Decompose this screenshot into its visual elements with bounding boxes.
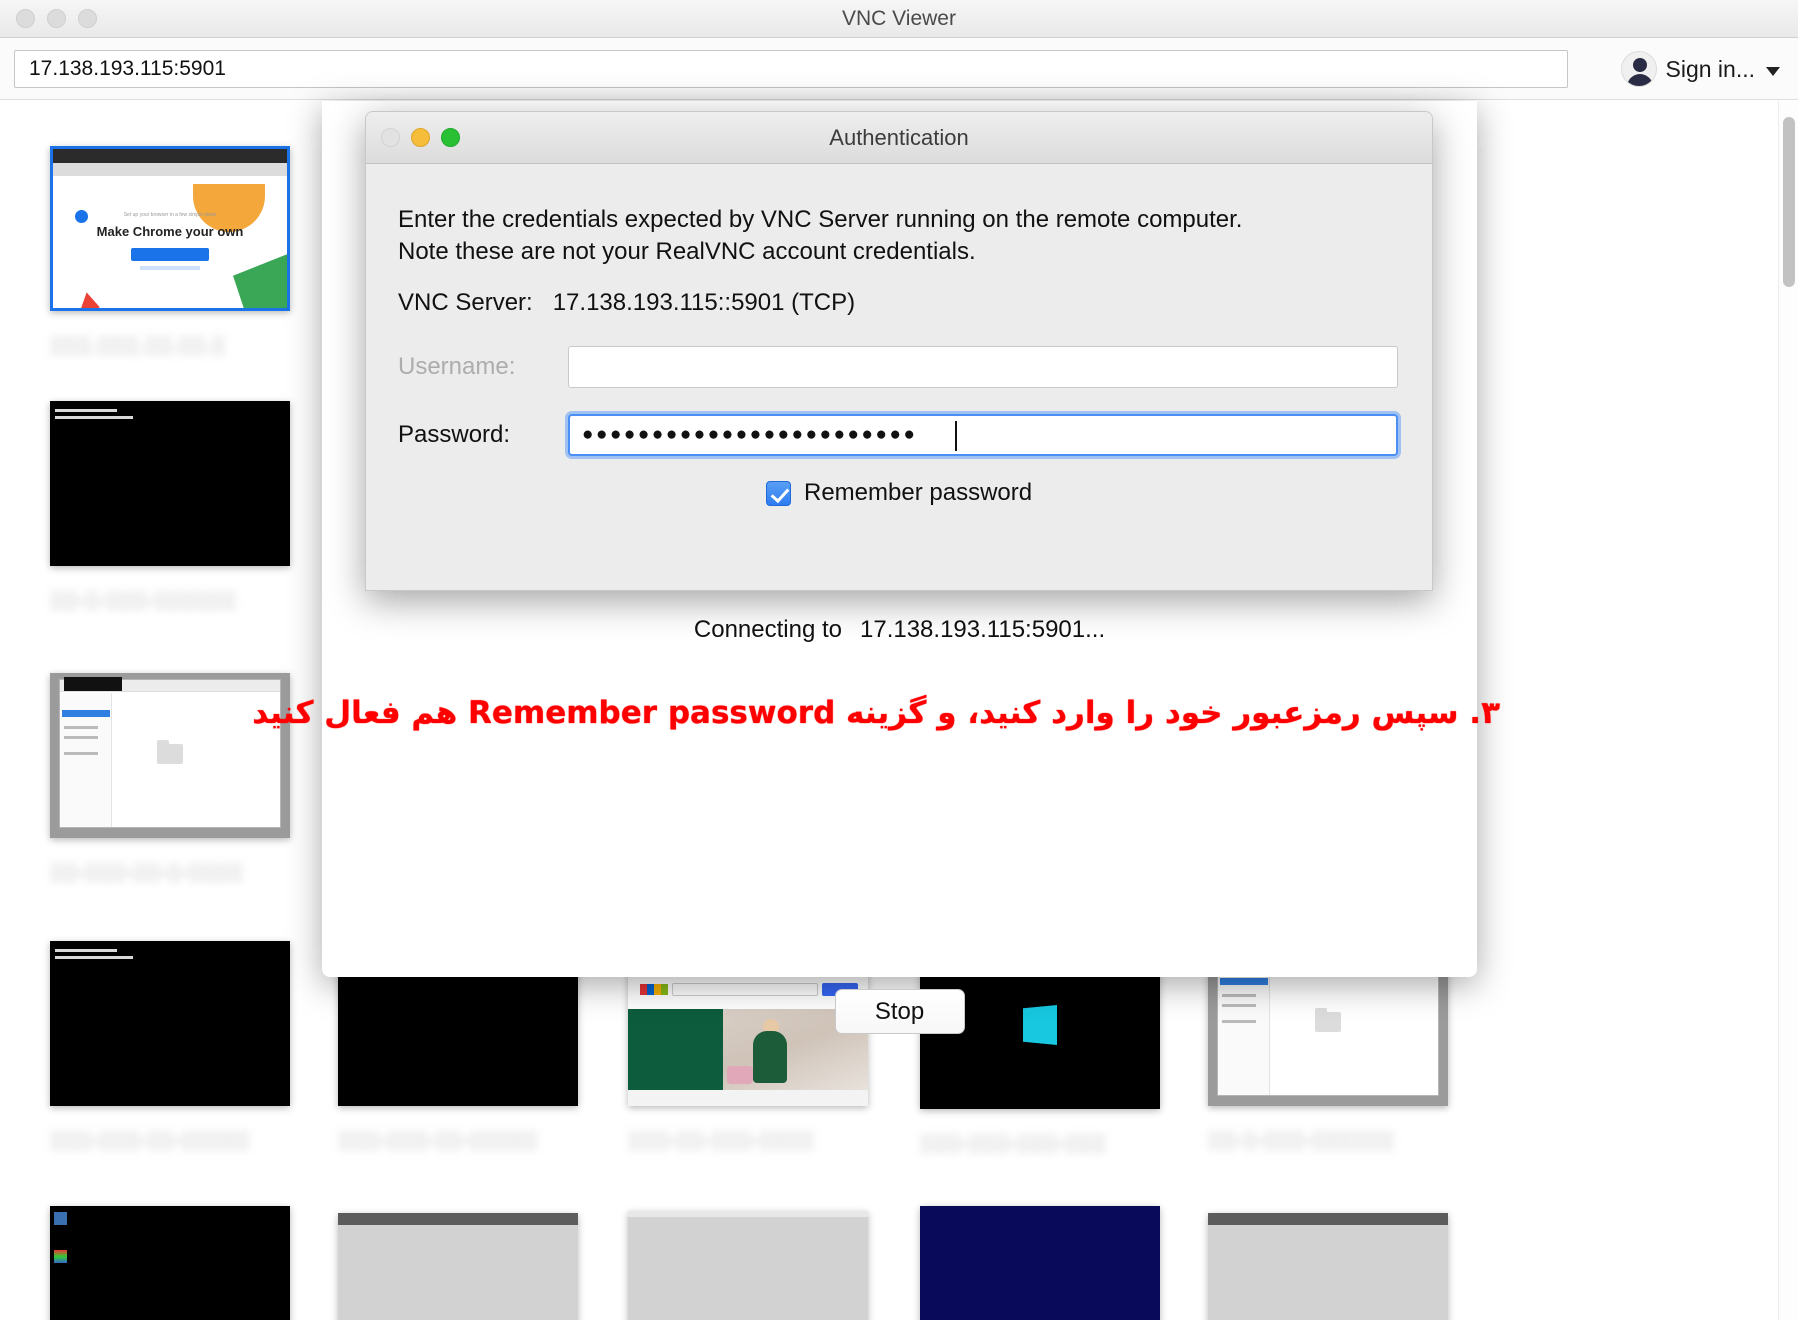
dialog-description: Enter the credentials expected by VNC Se… <box>398 204 1398 267</box>
checkbox-checked-icon[interactable] <box>766 480 791 506</box>
list-item[interactable] <box>628 1211 868 1320</box>
dialog-close-button[interactable] <box>381 128 400 147</box>
description-line-2: Note these are not your RealVNC account … <box>398 237 976 265</box>
text-caret <box>955 421 957 451</box>
dialog-minimize-button[interactable] <box>411 128 430 147</box>
connection-thumbnail[interactable]: Set up your browser in a few simple step… <box>50 146 290 311</box>
connection-thumbnail[interactable] <box>50 1206 290 1320</box>
sign-in-menu[interactable]: Sign in... <box>1620 48 1780 90</box>
description-line-1: Enter the credentials expected by VNC Se… <box>398 206 1243 233</box>
list-item[interactable] <box>50 1206 290 1320</box>
window-titlebar: VNC Viewer <box>0 0 1798 38</box>
dialog-title: Authentication <box>829 125 969 150</box>
vertical-scrollbar[interactable] <box>1778 101 1798 1320</box>
vnc-viewer-app: VNC Viewer Sign in... Set up your browse… <box>0 0 1798 1320</box>
dialog-traffic-lights <box>381 128 460 147</box>
thumb-subline: Set up your browser in a few simple step… <box>123 212 217 218</box>
stop-button[interactable]: Stop <box>834 989 965 1034</box>
connection-label: ░░-░-░░░-░░░░░░ <box>1208 1130 1395 1150</box>
authentication-dialog: Authentication Enter the credentials exp… <box>365 111 1433 591</box>
list-item[interactable]: Set up your browser in a few simple step… <box>50 146 290 357</box>
list-item[interactable] <box>338 1213 578 1320</box>
remember-password-checkbox[interactable]: Remember password <box>766 479 1032 507</box>
list-item[interactable] <box>1208 1213 1448 1320</box>
password-masked-value: ●●●●●●●●●●●●●●●●●●●●●●●● <box>582 424 918 445</box>
user-avatar-icon <box>1620 51 1657 87</box>
connecting-status: Connecting to 17.138.193.115:5901... <box>322 616 1477 644</box>
list-item[interactable] <box>920 1206 1160 1320</box>
dialog-titlebar: Authentication <box>366 112 1432 164</box>
chevron-down-icon <box>1766 66 1780 76</box>
connection-thumbnail[interactable] <box>338 1213 578 1320</box>
password-row: Password: ●●●●●●●●●●●●●●●●●●●●●●●● <box>398 414 1398 456</box>
connection-label: ░░░-░░░-░░░-░░░ <box>920 1133 1107 1153</box>
server-row: VNC Server: 17.138.193.115::5901 (TCP) <box>398 289 855 317</box>
sign-in-label: Sign in... <box>1665 55 1756 82</box>
thumb-headline: Make Chrome your own <box>96 224 244 239</box>
connection-thumbnail[interactable] <box>50 401 290 566</box>
annotation-text: ۳. سپس رمزعبور خود را وارد کنید، و گزینه… <box>252 695 1500 731</box>
dialog-body: Enter the credentials expected by VNC Se… <box>366 164 1432 590</box>
connection-label: ░░-░░░-░░-░-░░░░ <box>50 862 244 882</box>
server-label: VNC Server: <box>398 289 533 316</box>
connection-label: ░░░-░░░-░░-░░░░░ <box>50 1130 250 1150</box>
password-input[interactable]: ●●●●●●●●●●●●●●●●●●●●●●●● <box>568 414 1398 456</box>
password-label: Password: <box>398 421 511 448</box>
server-value: 17.138.193.115::5901 (TCP) <box>552 289 856 316</box>
connection-label: ░░░-░░░-░░-░░░░░ <box>338 1130 538 1150</box>
remember-password-label: Remember password <box>804 479 1033 506</box>
address-input[interactable] <box>14 50 1568 88</box>
connection-thumbnail[interactable] <box>1208 1213 1448 1320</box>
username-label: Username: <box>398 353 516 380</box>
windows-logo-icon <box>1023 1005 1057 1045</box>
connecting-prefix: Connecting to <box>693 616 842 643</box>
connection-thumbnail[interactable] <box>50 941 290 1106</box>
dialog-zoom-button[interactable] <box>441 128 460 147</box>
username-input[interactable] <box>568 346 1398 388</box>
list-item[interactable]: ░░░-░░░-░░-░░░░░ <box>50 941 290 1152</box>
connection-label: ░░-░-░░░-░░░░░░ <box>50 590 237 610</box>
connection-thumbnail[interactable] <box>628 1211 868 1320</box>
toolbar: Sign in... <box>0 38 1798 100</box>
scrollbar-thumb[interactable] <box>1783 117 1795 287</box>
connection-thumbnail[interactable] <box>920 1206 1160 1320</box>
list-item[interactable]: ░░-░-░░░-░░░░░░ <box>50 401 290 612</box>
connecting-target: 17.138.193.115:5901... <box>860 616 1106 643</box>
username-row: Username: <box>398 346 1398 388</box>
window-title: VNC Viewer <box>842 7 956 30</box>
connection-label: ░░░.░░░.░░.░░.░ <box>50 335 226 355</box>
connection-label: ░░░-░░-░░░-░░░░ <box>628 1130 815 1150</box>
